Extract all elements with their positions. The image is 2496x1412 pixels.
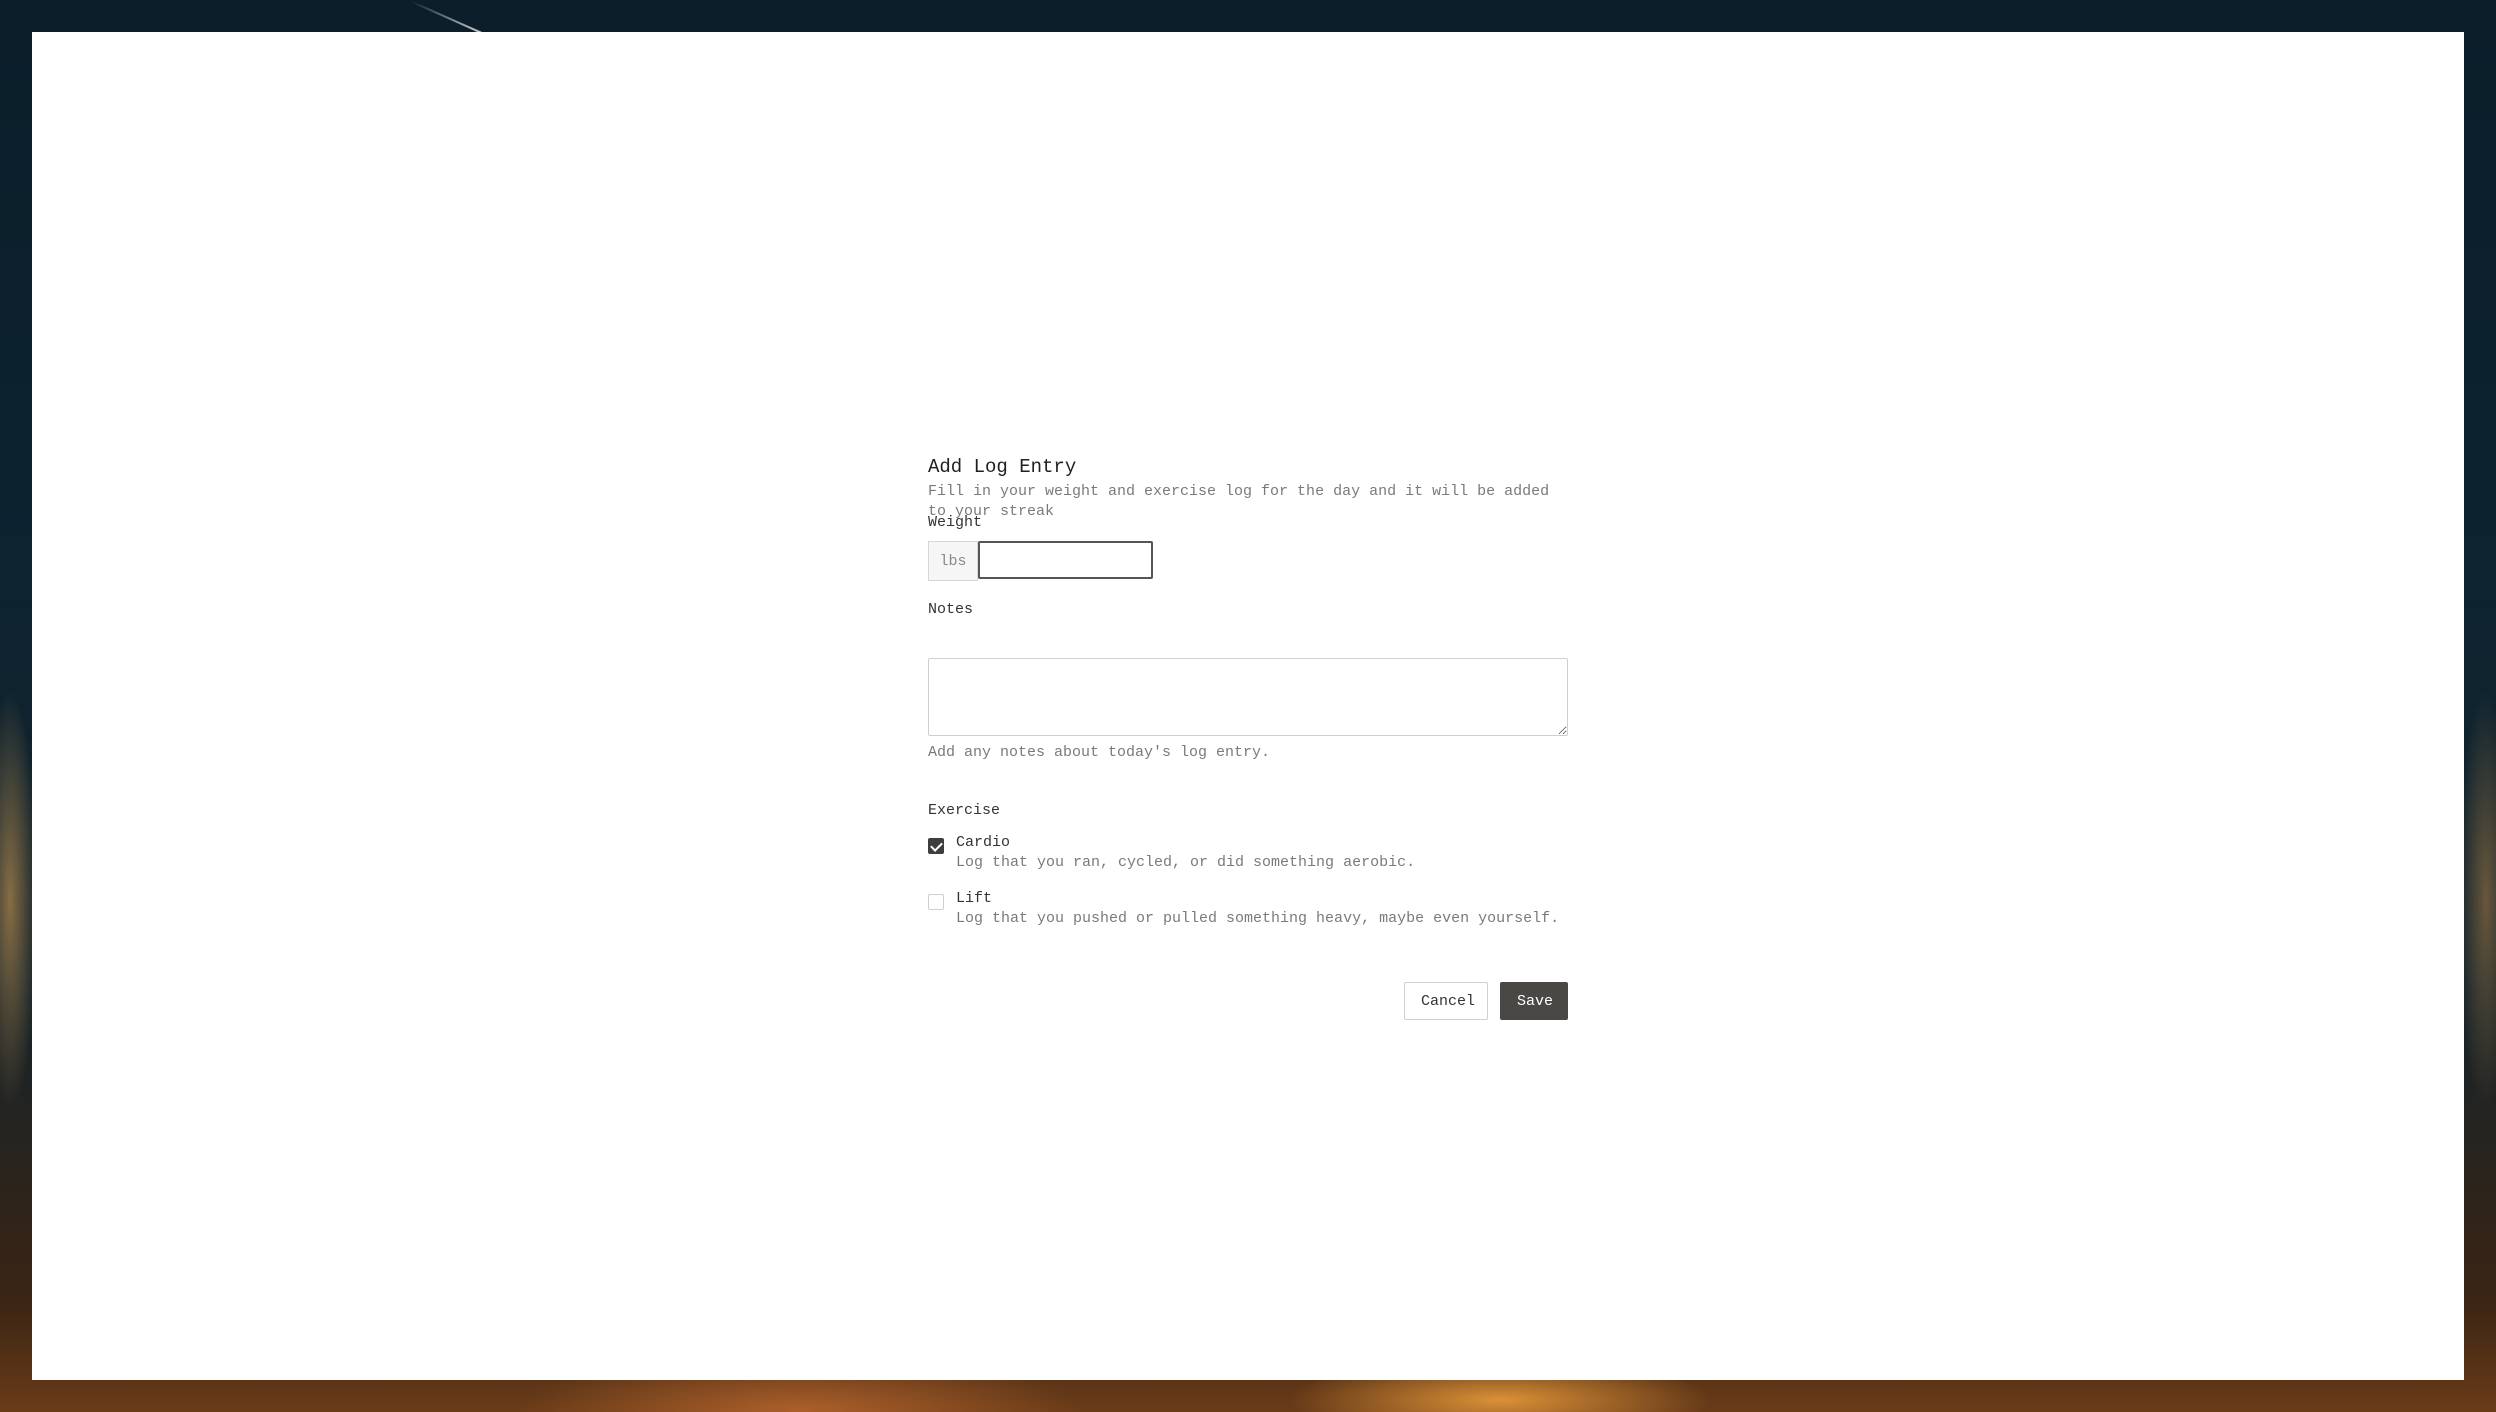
notes-label: Notes: [928, 601, 974, 618]
form-subtitle: Fill in your weight and exercise log for…: [928, 483, 1550, 520]
cancel-button[interactable]: Cancel: [1404, 982, 1488, 1020]
cardio-label[interactable]: Cardio: [956, 834, 1010, 851]
exercise-label: Exercise: [928, 802, 1001, 819]
save-button[interactable]: Save: [1500, 982, 1568, 1020]
weight-label: Weight: [928, 514, 983, 531]
notes-hint: Add any notes about today's log entry.: [928, 744, 1271, 761]
form-actions: Cancel Save: [1404, 982, 1568, 1020]
lift-checkbox[interactable]: [928, 894, 944, 910]
lift-description: Log that you pushed or pulled something …: [956, 910, 1560, 927]
wallpaper-meteor: [409, 0, 484, 35]
cardio-checkbox[interactable]: [928, 838, 944, 854]
lift-label[interactable]: Lift: [956, 890, 992, 907]
cardio-description: Log that you ran, cycled, or did somethi…: [956, 854, 1416, 871]
weight-input-group: lbs: [928, 541, 1153, 581]
weight-unit-addon: lbs: [928, 541, 978, 581]
notes-textarea[interactable]: [928, 658, 1568, 736]
exercise-option-lift[interactable]: Lift Log that you pushed or pulled somet…: [928, 890, 1568, 934]
app-window: Add Log Entry Fill in your weight and ex…: [32, 32, 2464, 1380]
weight-input[interactable]: [978, 541, 1153, 579]
exercise-option-cardio[interactable]: Cardio Log that you ran, cycled, or did …: [928, 834, 1568, 878]
form-title: Add Log Entry: [928, 456, 1077, 478]
